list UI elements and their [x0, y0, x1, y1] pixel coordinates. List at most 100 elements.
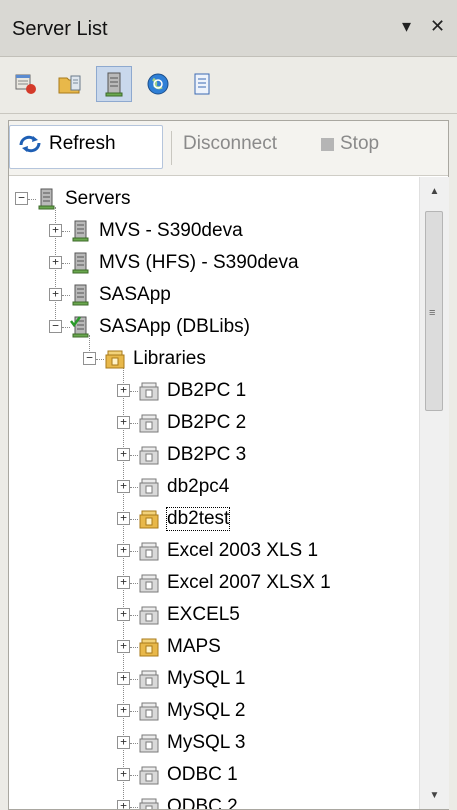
tree-row[interactable]: + Excel 2003 XLS 1	[9, 535, 419, 567]
tree-row[interactable]: + MySQL 3	[9, 727, 419, 759]
refresh-button[interactable]: Refresh	[17, 133, 116, 155]
server-icon	[69, 251, 93, 275]
expand-icon[interactable]: +	[117, 416, 130, 429]
expand-icon[interactable]: +	[117, 384, 130, 397]
tree-item-label[interactable]: Excel 2007 XLSX 1	[167, 572, 331, 594]
disconnect-label: Disconnect	[183, 133, 277, 154]
tree-row[interactable]: + MAPS	[9, 631, 419, 663]
tree-item-label[interactable]: DB2PC 2	[167, 412, 246, 434]
tree-item-label[interactable]: DB2PC 1	[167, 380, 246, 402]
tree-row[interactable]: + DB2PC 3	[9, 439, 419, 471]
expand-icon[interactable]: +	[49, 288, 62, 301]
tree-row[interactable]: + SASApp	[9, 279, 419, 311]
tree-item-label[interactable]: MAPS	[167, 636, 221, 658]
server-icon	[69, 283, 93, 307]
collapse-icon[interactable]: −	[15, 192, 28, 205]
folder-icon[interactable]	[52, 66, 88, 102]
scroll-up-icon[interactable]: ▲	[420, 177, 449, 205]
tree-row[interactable]: + MySQL 2	[9, 695, 419, 727]
refresh-label: Refresh	[49, 133, 116, 154]
tree-item-label[interactable]: SASApp (DBLibs)	[99, 316, 250, 338]
expand-icon[interactable]: +	[117, 736, 130, 749]
stop-button[interactable]: Stop	[321, 133, 379, 155]
tree-item-label[interactable]: Servers	[65, 188, 130, 210]
tree-row[interactable]: + Excel 2007 XLSX 1	[9, 567, 419, 599]
vertical-scrollbar[interactable]: ▲ ≡ ▼	[419, 177, 449, 809]
library-icon	[137, 795, 161, 809]
expand-icon[interactable]: +	[117, 544, 130, 557]
tree-row[interactable]: + ODBC 1	[9, 759, 419, 791]
document-icon[interactable]	[184, 66, 220, 102]
library-icon	[137, 571, 161, 595]
tree-row[interactable]: + ODBC 2	[9, 791, 419, 809]
library-icon	[137, 539, 161, 563]
tree-item-label[interactable]: DB2PC 3	[167, 444, 246, 466]
server-icon	[69, 219, 93, 243]
library-icon	[137, 667, 161, 691]
server-list-icon[interactable]	[8, 66, 44, 102]
tree-item-label[interactable]: SASApp	[99, 284, 171, 306]
tree-item-label[interactable]: MVS - S390deva	[99, 220, 243, 242]
server-icon[interactable]	[96, 66, 132, 102]
tree-row[interactable]: + db2test	[9, 503, 419, 535]
tree-item-label[interactable]: db2pc4	[167, 476, 229, 498]
library-icon	[137, 475, 161, 499]
tree-row[interactable]: + MVS (HFS) - S390deva	[9, 247, 419, 279]
action-toolbar: Refresh Disconnect Stop	[9, 121, 448, 176]
tree-item-label[interactable]: MVS (HFS) - S390deva	[99, 252, 299, 274]
expand-icon[interactable]: +	[117, 448, 130, 461]
expand-icon[interactable]: +	[117, 768, 130, 781]
tree-row[interactable]: − SASApp (DBLibs)	[9, 311, 419, 343]
collapse-icon[interactable]: −	[49, 320, 62, 333]
expand-icon[interactable]: +	[117, 512, 130, 525]
tree-item-label[interactable]: Libraries	[133, 348, 206, 370]
expand-icon[interactable]: +	[117, 800, 130, 809]
tree-item-label[interactable]: ODBC 1	[167, 764, 238, 786]
expand-icon[interactable]: +	[117, 480, 130, 493]
server-icon	[35, 187, 59, 211]
tree-item-label[interactable]: EXCEL5	[167, 604, 240, 626]
tree-row[interactable]: − Libraries	[9, 343, 419, 375]
expand-icon[interactable]: +	[117, 576, 130, 589]
tree-row[interactable]: + MVS - S390deva	[9, 215, 419, 247]
tree-item-label[interactable]: Excel 2003 XLS 1	[167, 540, 318, 562]
scroll-down-icon[interactable]: ▼	[420, 781, 449, 809]
expand-icon[interactable]: +	[117, 608, 130, 621]
tree-item-label[interactable]: MySQL 3	[167, 732, 246, 754]
library-icon	[137, 443, 161, 467]
tree-item-label[interactable]: MySQL 1	[167, 668, 246, 690]
tree-item-label[interactable]: ODBC 2	[167, 796, 238, 809]
tree-row[interactable]: + DB2PC 1	[9, 375, 419, 407]
refresh-icon	[19, 135, 41, 153]
tree-row[interactable]: + DB2PC 2	[9, 407, 419, 439]
globe-icon[interactable]	[140, 66, 176, 102]
server-tree-container: Refresh Disconnect Stop − Servers + MVS - S…	[8, 120, 449, 810]
close-icon[interactable]: ✕	[430, 16, 445, 37]
tree-item-label[interactable]: db2test	[165, 507, 231, 531]
expand-icon[interactable]: +	[49, 256, 62, 269]
library-icon	[137, 699, 161, 723]
view-toolbar	[0, 57, 457, 114]
expand-icon[interactable]: +	[49, 224, 62, 237]
scroll-thumb[interactable]: ≡	[425, 211, 443, 411]
toolbar-separator	[171, 131, 172, 165]
tree-row[interactable]: + db2pc4	[9, 471, 419, 503]
tree-row[interactable]: + EXCEL5	[9, 599, 419, 631]
dropdown-icon[interactable]: ▾	[402, 16, 411, 37]
expand-icon[interactable]: +	[117, 704, 130, 717]
library-icon	[137, 379, 161, 403]
grip-icon: ≡	[429, 307, 436, 319]
collapse-icon[interactable]: −	[83, 352, 96, 365]
library-assigned-icon	[137, 635, 161, 659]
library-icon	[137, 411, 161, 435]
tree-row[interactable]: − Servers	[9, 183, 419, 215]
library-assigned-icon	[137, 507, 161, 531]
tree-item-label[interactable]: MySQL 2	[167, 700, 246, 722]
expand-icon[interactable]: +	[117, 672, 130, 685]
tree-row[interactable]: + MySQL 1	[9, 663, 419, 695]
disconnect-button[interactable]: Disconnect	[183, 133, 277, 155]
server-tree[interactable]: − Servers + MVS - S390deva + MVS (HFS) - S390…	[9, 177, 419, 809]
server-list-panel: Server List ▾ ✕ Refresh Disconnect Stop …	[0, 0, 457, 810]
expand-icon[interactable]: +	[117, 640, 130, 653]
stop-label: Stop	[340, 133, 380, 154]
